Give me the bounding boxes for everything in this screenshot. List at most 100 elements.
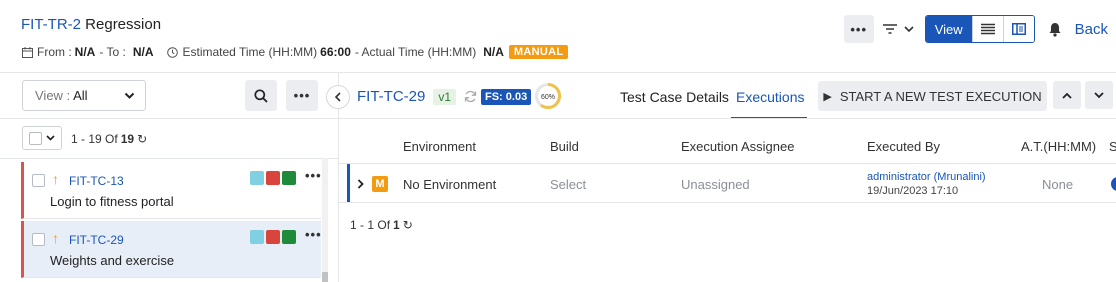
list-scrollbar[interactable] xyxy=(322,158,328,282)
column-header[interactable]: A.T.(HH:MM) xyxy=(1021,139,1096,154)
status-color-swatch xyxy=(266,171,280,185)
to-label: - To : xyxy=(99,45,126,59)
progress-label: 60% xyxy=(541,94,555,101)
calendar-icon xyxy=(22,46,33,58)
refresh-icon[interactable]: ↻ xyxy=(403,218,413,232)
test-case-header: FIT-TC-29 v1 xyxy=(357,88,477,105)
search-button[interactable] xyxy=(245,80,277,111)
from-label: From : xyxy=(37,45,72,59)
select-all-dropdown[interactable] xyxy=(22,126,62,150)
column-header[interactable]: S xyxy=(1109,139,1116,154)
progress-ring: 60% xyxy=(534,82,562,110)
status-color-swatch xyxy=(266,230,280,244)
to-value: N/A xyxy=(132,45,154,59)
actual-time-value: N/A xyxy=(483,45,504,59)
test-case-name: Weights and exercise xyxy=(50,253,175,268)
previous-button[interactable] xyxy=(1053,81,1081,109)
row-build-select[interactable]: Select xyxy=(550,177,586,192)
bell-icon[interactable] xyxy=(1049,22,1061,37)
chevron-right-icon[interactable] xyxy=(357,179,364,189)
left-toolbar-divider xyxy=(0,118,338,119)
row-highlight xyxy=(347,164,350,202)
column-header[interactable]: Executed By xyxy=(867,139,940,154)
executed-on-date: 19/Jun/2023 17:10 xyxy=(867,185,959,197)
item-checkbox[interactable] xyxy=(32,233,45,246)
actual-time-label: - Actual Time (HH:MM) xyxy=(354,45,477,59)
detail-key[interactable]: FIT-TC-29 xyxy=(357,88,425,105)
list-top-divider xyxy=(0,158,338,159)
pager-range: 1 - 19 xyxy=(71,132,102,146)
detail-header-divider xyxy=(339,118,1116,119)
view-filter-label: View : xyxy=(35,88,71,103)
back-link[interactable]: Back xyxy=(1049,21,1108,38)
select-all-checkbox[interactable] xyxy=(29,131,42,145)
header-actions: ••• View Back xyxy=(843,15,1116,43)
table-row-divider xyxy=(339,202,1116,203)
fs-badge: FS: 0.03 xyxy=(481,89,532,105)
test-case-key[interactable]: FIT-TC-29 xyxy=(69,233,124,247)
back-label[interactable]: Back xyxy=(1075,21,1108,38)
split-view-button[interactable] xyxy=(1002,16,1034,42)
chevron-down-icon xyxy=(904,26,914,33)
chevron-left-icon xyxy=(334,92,341,102)
left-pager: 1 - 19 Of 19 ↻ xyxy=(71,132,147,146)
column-header[interactable]: Execution Assignee xyxy=(681,139,794,154)
from-value: N/A xyxy=(74,45,96,59)
row-status-indicator[interactable] xyxy=(1111,177,1116,191)
test-case-name: Login to fitness portal xyxy=(50,194,174,209)
filter-icon xyxy=(882,24,897,34)
header-divider xyxy=(0,72,1116,73)
refresh-icon[interactable]: ↻ xyxy=(137,132,147,146)
start-new-execution-button[interactable]: ▶ START A NEW TEST EXECUTION xyxy=(818,81,1047,111)
list-view-button[interactable] xyxy=(971,16,1003,42)
estimated-time-value: 66:00 xyxy=(320,45,351,59)
tab-executions[interactable]: Executions xyxy=(736,89,804,105)
pager-range: 1 - 1 xyxy=(350,218,375,232)
item-more-button[interactable]: ••• xyxy=(305,168,322,183)
view-toggle: View xyxy=(924,15,1035,43)
priority-arrow-icon: ↑ xyxy=(52,230,59,246)
view-label: View xyxy=(925,16,972,42)
status-color-swatch xyxy=(282,230,296,244)
list-item[interactable]: ↑ FIT-TC-13 ••• Login to fitness portal xyxy=(21,162,321,219)
column-header[interactable]: Environment xyxy=(403,139,476,154)
executions-pager: 1 - 1 Of 1 ↻ xyxy=(350,218,413,232)
start-button-label[interactable]: START A NEW TEST EXECUTION xyxy=(840,89,1042,104)
list-icon xyxy=(980,23,995,35)
estimated-time-label: Estimated Time (HH:MM) xyxy=(182,45,318,59)
row-environment[interactable]: No Environment xyxy=(403,177,496,192)
list-item[interactable]: ↑ FIT-TC-29 ••• Weights and exercise xyxy=(21,221,321,278)
chevron-down-icon xyxy=(1094,91,1104,98)
row-executed-by: administrator (Mrunalini) 19/Jun/2023 17… xyxy=(867,170,986,198)
sync-icon[interactable] xyxy=(464,90,477,103)
status-colors xyxy=(250,230,298,244)
view-filter-select[interactable]: View : All xyxy=(22,80,146,111)
executed-by-user[interactable]: administrator (Mrunalini) xyxy=(867,170,986,184)
collapse-panel-button[interactable] xyxy=(326,85,350,109)
item-checkbox[interactable] xyxy=(32,174,45,187)
test-run-name: Regression xyxy=(85,16,162,33)
play-icon: ▶ xyxy=(823,90,832,103)
next-button[interactable] xyxy=(1085,81,1113,109)
item-more-button[interactable]: ••• xyxy=(305,227,322,242)
test-case-key[interactable]: FIT-TC-13 xyxy=(69,174,124,188)
page-title: FIT-TR-2 Regression xyxy=(21,16,161,33)
manual-type-badge: M xyxy=(372,176,388,192)
pager-of: Of xyxy=(105,132,118,146)
status-color-swatch xyxy=(282,171,296,185)
status-color-swatch xyxy=(250,230,264,244)
test-run-key[interactable]: FIT-TR-2 xyxy=(21,16,81,33)
filter-dropdown[interactable] xyxy=(882,23,915,35)
list-scrollbar-thumb[interactable] xyxy=(322,272,328,282)
left-more-button[interactable]: ••• xyxy=(286,80,318,111)
split-view-icon xyxy=(1011,23,1026,35)
pager-of: Of xyxy=(377,218,391,232)
row-assignee[interactable]: Unassigned xyxy=(681,177,750,192)
more-actions-button[interactable]: ••• xyxy=(843,15,874,43)
table-header-divider xyxy=(339,163,1116,164)
row-actual-time[interactable]: None xyxy=(1042,177,1073,192)
tab-test-case-details[interactable]: Test Case Details xyxy=(620,89,729,105)
version-badge: v1 xyxy=(433,88,457,105)
chevron-down-icon xyxy=(46,135,55,141)
column-header[interactable]: Build xyxy=(550,139,579,154)
